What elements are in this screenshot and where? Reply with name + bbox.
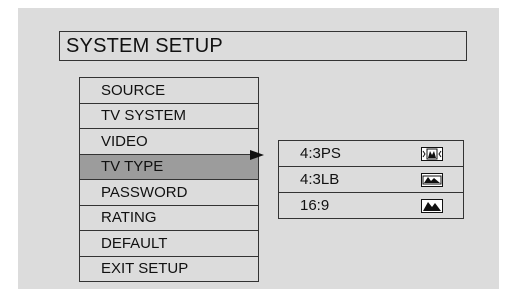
letterbox-icon xyxy=(421,172,443,187)
menu-item-label: DEFAULT xyxy=(101,234,168,252)
menu-item-tv-system[interactable]: TV SYSTEM xyxy=(80,104,258,129)
option-label: 16:9 xyxy=(300,197,330,214)
widescreen-icon xyxy=(421,198,443,213)
page-title-text: SYSTEM SETUP xyxy=(66,34,223,57)
menu-item-label: SOURCE xyxy=(101,81,166,99)
menu-item-label: TV TYPE xyxy=(101,158,164,176)
menu-item-label: RATING xyxy=(101,209,157,227)
option-label: 4:3PS xyxy=(300,145,341,162)
page-title: SYSTEM SETUP xyxy=(59,31,467,61)
menu-item-source[interactable]: SOURCE xyxy=(80,78,258,104)
menu-item-password[interactable]: PASSWORD xyxy=(80,180,258,206)
menu-item-exit-setup[interactable]: EXIT SETUP xyxy=(80,257,258,282)
setup-menu: SOURCE TV SYSTEM VIDEO TV TYPE PASSWORD … xyxy=(79,77,259,282)
menu-item-label: PASSWORD xyxy=(101,183,188,201)
submenu-pointer-arrow-icon xyxy=(250,150,264,160)
menu-item-label: VIDEO xyxy=(101,132,148,150)
menu-item-tv-type[interactable]: TV TYPE xyxy=(80,154,258,180)
menu-item-default[interactable]: DEFAULT xyxy=(80,231,258,257)
option-4-3-ps[interactable]: 4:3PS xyxy=(279,141,463,167)
tv-type-submenu: 4:3PS 4:3LB 16:9 xyxy=(278,140,464,219)
option-4-3-lb[interactable]: 4:3LB xyxy=(279,167,463,193)
menu-item-rating[interactable]: RATING xyxy=(80,206,258,231)
menu-item-label: TV SYSTEM xyxy=(101,107,187,125)
pan-scan-icon xyxy=(421,146,443,161)
option-16-9[interactable]: 16:9 xyxy=(279,193,463,219)
menu-item-label: EXIT SETUP xyxy=(101,260,189,278)
option-label: 4:3LB xyxy=(300,171,340,188)
menu-item-video[interactable]: VIDEO xyxy=(80,129,258,155)
